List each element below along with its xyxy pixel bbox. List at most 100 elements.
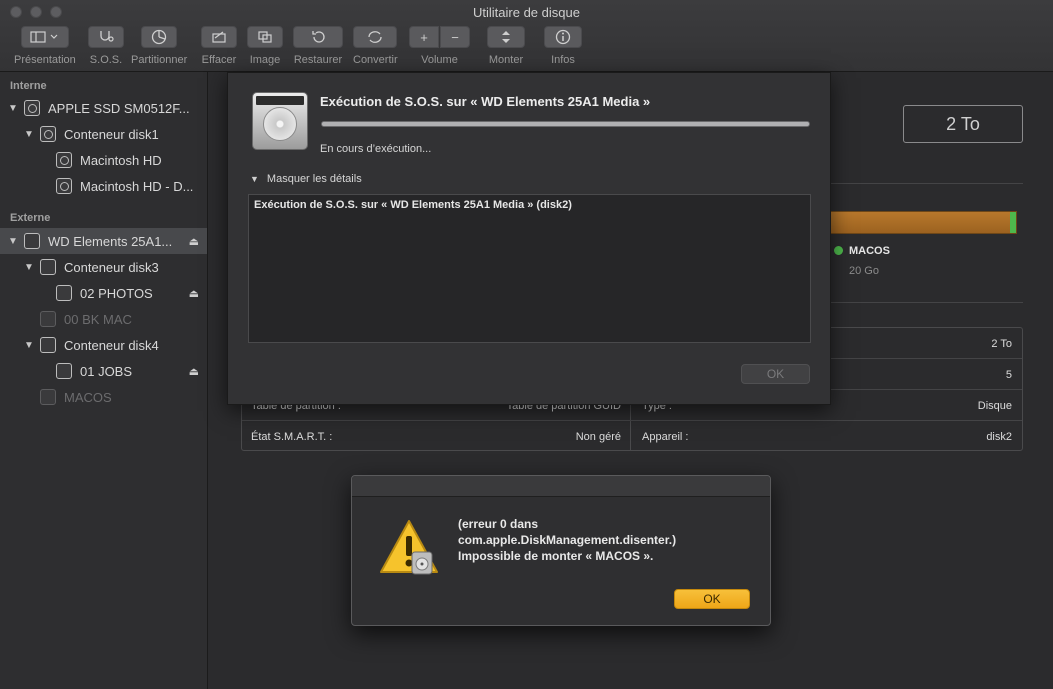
error-message: (erreur 0 dans com.apple.DiskManagement.… bbox=[458, 516, 676, 564]
toolbar-sos[interactable]: S.O.S. bbox=[88, 26, 124, 66]
sidebar-item-macintosh-hd-data[interactable]: Macintosh HD - D... bbox=[0, 173, 207, 199]
toolbar-restore[interactable]: Restaurer bbox=[293, 26, 343, 66]
warning-icon bbox=[380, 520, 438, 575]
remove-volume-button[interactable]: − bbox=[440, 26, 470, 48]
container-icon bbox=[40, 337, 56, 353]
sidebar-item-label: 02 PHOTOS bbox=[80, 285, 153, 301]
add-volume-button[interactable]: + bbox=[409, 26, 439, 48]
disclosure-triangle-icon[interactable]: ▼ bbox=[24, 262, 34, 273]
sidebar-item-container-disk1[interactable]: ▼ Conteneur disk1 bbox=[0, 121, 207, 147]
volume-icon bbox=[56, 363, 72, 379]
legend-volume-size: 20 Go bbox=[849, 265, 879, 277]
capacity-box: 2 To bbox=[903, 105, 1023, 143]
info-label: Appareil : bbox=[642, 431, 689, 443]
alert-ok-button[interactable]: OK bbox=[674, 589, 750, 609]
external-disk-icon bbox=[24, 233, 40, 249]
sidebar-item-macintosh-hd[interactable]: Macintosh HD bbox=[0, 147, 207, 173]
info-value: Disque bbox=[977, 400, 1012, 412]
toolbar-mount[interactable]: Monter bbox=[487, 26, 525, 66]
convert-icon[interactable] bbox=[353, 26, 398, 48]
error-alert-dialog: (erreur 0 dans com.apple.DiskManagement.… bbox=[351, 475, 771, 626]
sos-sheet-title: Exécution de S.O.S. sur « WD Elements 25… bbox=[320, 94, 651, 109]
image-icon[interactable] bbox=[247, 26, 283, 48]
sidebar-item-label: APPLE SSD SM0512F... bbox=[48, 100, 190, 116]
disclosure-triangle-icon[interactable]: ▼ bbox=[24, 129, 34, 140]
toolbar-presentation[interactable]: Présentation bbox=[14, 26, 76, 66]
error-message-line: Impossible de monter « MACOS ». bbox=[458, 549, 654, 563]
info-icon[interactable] bbox=[544, 26, 582, 48]
sidebar-section-internal: Interne bbox=[10, 80, 47, 92]
sos-sheet: Exécution de S.O.S. sur « WD Elements 25… bbox=[227, 72, 831, 405]
container-icon bbox=[40, 126, 56, 142]
eject-icon[interactable]: ⏏ bbox=[189, 287, 199, 300]
volume-icon bbox=[40, 389, 56, 405]
internal-disk-icon bbox=[24, 100, 40, 116]
toolbar-restore-label: Restaurer bbox=[293, 54, 343, 66]
sidebar-item-01-jobs[interactable]: 01 JOBS ⏏ bbox=[0, 358, 207, 384]
toolbar-mount-label: Monter bbox=[488, 54, 524, 66]
toolbar-convert-label: Convertir bbox=[353, 54, 398, 66]
eject-icon[interactable]: ⏏ bbox=[189, 235, 199, 248]
sos-status-text: En cours d’exécution... bbox=[320, 143, 432, 155]
sidebar-item-wd-elements[interactable]: ▼ WD Elements 25A1... ⏏ bbox=[0, 228, 207, 254]
info-value: 2 To bbox=[991, 338, 1012, 350]
sidebar-item-container-disk4[interactable]: ▼ Conteneur disk4 bbox=[0, 332, 207, 358]
sidebar-toggle-icon[interactable] bbox=[20, 26, 69, 48]
toolbar-info-label: Infos bbox=[551, 54, 575, 66]
disclosure-triangle-icon[interactable]: ▼ bbox=[250, 174, 259, 184]
toolbar-convert[interactable]: Convertir bbox=[353, 26, 398, 66]
hide-details-label: Masquer les détails bbox=[266, 173, 362, 185]
sidebar-item-label: 01 JOBS bbox=[80, 363, 133, 379]
toolbar-sos-label: S.O.S. bbox=[89, 54, 123, 66]
sidebar-item-label: 00 BK MAC bbox=[64, 311, 132, 327]
info-row-divider bbox=[242, 420, 1022, 421]
sidebar-item-label: Conteneur disk4 bbox=[64, 337, 159, 353]
sidebar-item-label: Conteneur disk3 bbox=[64, 259, 159, 275]
sidebar-item-label: WD Elements 25A1... bbox=[48, 233, 173, 249]
window-title: Utilitaire de disque bbox=[473, 5, 580, 20]
disclosure-triangle-icon[interactable]: ▼ bbox=[8, 236, 18, 247]
stethoscope-icon[interactable] bbox=[88, 26, 124, 48]
legend-volume-name: MACOS bbox=[849, 245, 890, 257]
erase-icon[interactable] bbox=[201, 26, 237, 48]
toolbar-info[interactable]: Infos bbox=[544, 26, 582, 66]
sidebar-item-label: MACOS bbox=[64, 389, 112, 405]
alert-titlebar bbox=[352, 476, 770, 497]
restore-icon[interactable] bbox=[293, 26, 343, 48]
hard-disk-icon bbox=[252, 92, 308, 150]
divider bbox=[830, 183, 1023, 184]
toolbar-partition-label: Partitionner bbox=[131, 54, 188, 66]
sidebar-item-label: Macintosh HD bbox=[80, 152, 162, 168]
sidebar-item-apple-ssd[interactable]: ▼ APPLE SSD SM0512F... bbox=[0, 95, 207, 121]
toolbar-erase[interactable]: Effacer bbox=[201, 26, 237, 66]
volume-icon bbox=[40, 311, 56, 327]
toolbar-presentation-label: Présentation bbox=[14, 54, 76, 66]
sos-log-box[interactable]: Exécution de S.O.S. sur « WD Elements 25… bbox=[248, 194, 811, 343]
hide-details-toggle[interactable]: ▼ Masquer les détails bbox=[250, 173, 362, 185]
mount-icon[interactable] bbox=[487, 26, 525, 48]
partition-icon[interactable] bbox=[141, 26, 178, 48]
error-message-line: (erreur 0 dans bbox=[458, 517, 539, 531]
eject-icon[interactable]: ⏏ bbox=[189, 365, 199, 378]
info-value: 5 bbox=[1005, 369, 1012, 381]
sidebar-item-02-photos[interactable]: 02 PHOTOS ⏏ bbox=[0, 280, 207, 306]
toolbar-image-label: Image bbox=[249, 54, 281, 66]
legend-color-dot bbox=[834, 246, 843, 255]
sidebar-item-label: Conteneur disk1 bbox=[64, 126, 159, 142]
volume-icon bbox=[56, 285, 72, 301]
volume-icon bbox=[56, 152, 72, 168]
toolbar-volume[interactable]: + − Volume bbox=[409, 26, 470, 66]
sos-progress-fill bbox=[322, 122, 809, 126]
toolbar-partition[interactable]: Partitionner bbox=[131, 26, 187, 66]
toolbar-volume-label: Volume bbox=[421, 54, 458, 66]
disclosure-triangle-icon[interactable]: ▼ bbox=[24, 340, 34, 351]
error-message-line: com.apple.DiskManagement.disenter.) bbox=[458, 533, 677, 547]
sidebar-item-00-bk-mac[interactable]: 00 BK MAC bbox=[0, 306, 207, 332]
disclosure-triangle-icon[interactable]: ▼ bbox=[8, 103, 18, 114]
sidebar-item-macos[interactable]: MACOS bbox=[0, 384, 207, 410]
toolbar-erase-label: Effacer bbox=[201, 54, 237, 66]
sos-progress-bar bbox=[321, 121, 810, 127]
sos-ok-button[interactable]: OK bbox=[741, 364, 810, 384]
toolbar-image[interactable]: Image bbox=[247, 26, 283, 66]
sidebar-item-container-disk3[interactable]: ▼ Conteneur disk3 bbox=[0, 254, 207, 280]
